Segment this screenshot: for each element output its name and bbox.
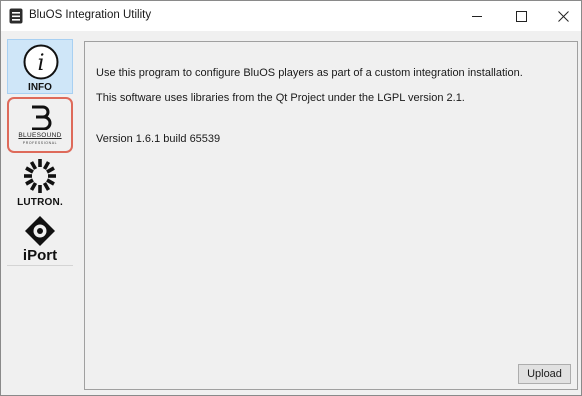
sidebar-item-bluesound[interactable]: BLUESOUND PROFESSIONAL bbox=[7, 97, 73, 153]
sidebar-item-label: iPort bbox=[22, 247, 58, 264]
sidebar-item-iport[interactable]: iPort bbox=[7, 213, 73, 266]
description-text: Use this program to configure BluOS play… bbox=[96, 67, 523, 79]
svg-text:i: i bbox=[37, 51, 44, 76]
maximize-button[interactable] bbox=[499, 1, 543, 31]
minimize-button[interactable] bbox=[455, 1, 499, 31]
sidebar: i INFO BLUESOUND PROFESSIONAL LUTRON. iP… bbox=[7, 37, 75, 266]
app-icon bbox=[9, 8, 23, 24]
sidebar-item-sublabel: PROFESSIONAL bbox=[22, 141, 58, 145]
app-window: BluOS Integration Utility i INFO BLUESOU… bbox=[0, 0, 582, 396]
sidebar-item-label: LUTRON. bbox=[17, 197, 63, 208]
close-icon bbox=[557, 10, 569, 22]
sidebar-item-label: INFO bbox=[28, 82, 52, 93]
minimize-icon bbox=[472, 15, 482, 17]
sidebar-item-info[interactable]: i INFO bbox=[7, 39, 73, 94]
title-bar[interactable]: BluOS Integration Utility bbox=[1, 1, 581, 31]
window-title: BluOS Integration Utility bbox=[29, 9, 152, 21]
info-icon: i bbox=[23, 44, 59, 80]
info-panel: Use this program to configure BluOS play… bbox=[84, 41, 578, 390]
sidebar-item-lutron[interactable]: LUTRON. bbox=[7, 155, 73, 210]
maximize-icon bbox=[515, 10, 527, 22]
upload-button[interactable]: Upload bbox=[518, 364, 571, 384]
lutron-logo-icon bbox=[24, 159, 56, 193]
version-text: Version 1.6.1 build 65539 bbox=[96, 133, 221, 145]
sidebar-item-label: BLUESOUND bbox=[18, 132, 62, 139]
close-button[interactable] bbox=[541, 1, 582, 31]
bluesound-logo-icon bbox=[32, 105, 52, 130]
license-text: This software uses libraries from the Qt… bbox=[96, 92, 465, 104]
iport-logo-icon bbox=[25, 216, 55, 246]
